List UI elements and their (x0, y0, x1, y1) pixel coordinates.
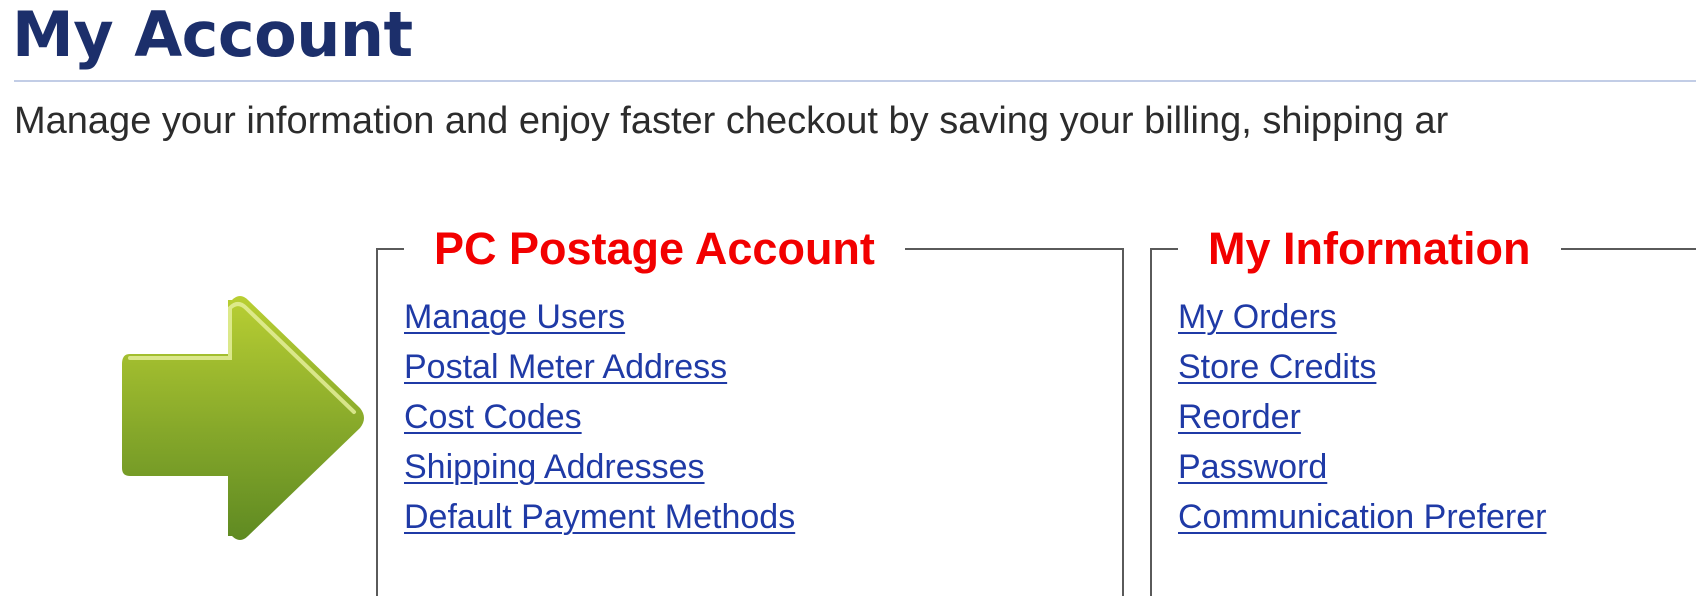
list-item: Cost Codes (404, 392, 795, 442)
right-arrow-icon (122, 296, 364, 540)
cost-codes-link[interactable]: Cost Codes (404, 398, 582, 436)
panel-heading-my-information: My Information (1178, 214, 1561, 284)
default-payment-methods-link[interactable]: Default Payment Methods (404, 498, 795, 536)
store-credits-link[interactable]: Store Credits (1178, 348, 1376, 386)
page-title: My Account (12, 0, 413, 71)
list-item: Reorder (1178, 392, 1546, 442)
communication-preferences-link[interactable]: Communication Preferer (1178, 498, 1546, 536)
my-information-panel: My Information My Orders Store Credits R… (1150, 214, 1696, 596)
panel-heading-pc-postage: PC Postage Account (404, 214, 905, 284)
postal-meter-address-link[interactable]: Postal Meter Address (404, 348, 727, 386)
pc-postage-account-panel: PC Postage Account Manage Users Postal M… (376, 214, 1124, 596)
list-item: Manage Users (404, 292, 795, 342)
pc-postage-link-list: Manage Users Postal Meter Address Cost C… (404, 292, 795, 542)
my-orders-link[interactable]: My Orders (1178, 298, 1337, 336)
my-account-page: My Account Manage your information and e… (0, 0, 1696, 596)
list-item: Shipping Addresses (404, 442, 795, 492)
list-item: Communication Preferer (1178, 492, 1546, 542)
manage-users-link[interactable]: Manage Users (404, 298, 625, 336)
password-link[interactable]: Password (1178, 448, 1327, 486)
intro-text: Manage your information and enjoy faster… (14, 100, 1449, 142)
shipping-addresses-link[interactable]: Shipping Addresses (404, 448, 705, 486)
list-item: Postal Meter Address (404, 342, 795, 392)
my-information-link-list: My Orders Store Credits Reorder Password… (1178, 292, 1546, 542)
list-item: Default Payment Methods (404, 492, 795, 542)
reorder-link[interactable]: Reorder (1178, 398, 1301, 436)
list-item: Store Credits (1178, 342, 1546, 392)
list-item: My Orders (1178, 292, 1546, 342)
list-item: Password (1178, 442, 1546, 492)
title-divider (14, 80, 1696, 82)
